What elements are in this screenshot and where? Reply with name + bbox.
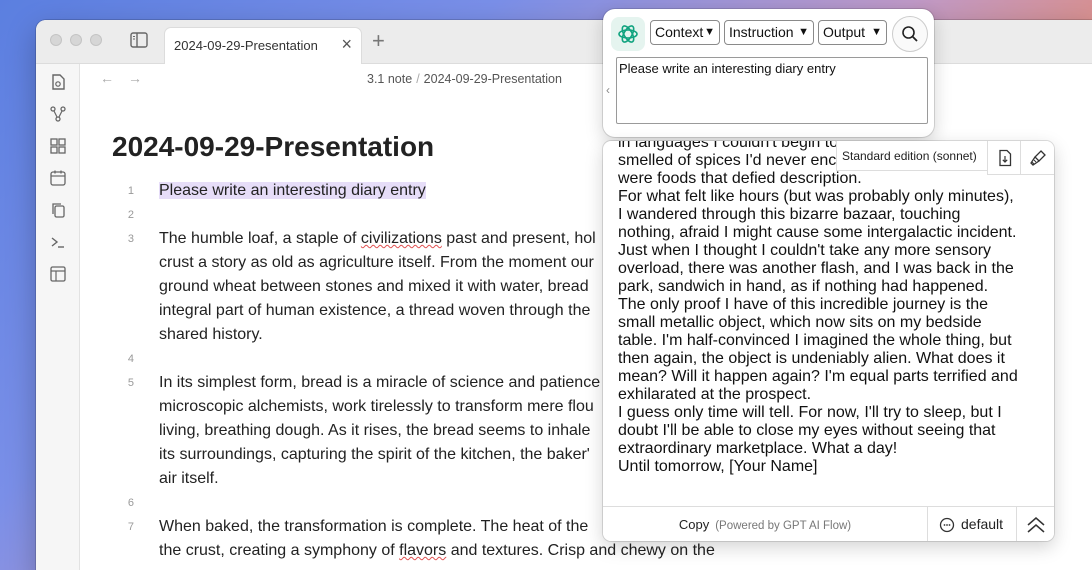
- note-title[interactable]: 2024-09-29-Presentation: [112, 131, 434, 163]
- zoom-window-button[interactable]: [90, 34, 102, 46]
- export-file-button[interactable]: [987, 141, 1021, 175]
- breadcrumb-note[interactable]: 2024-09-29-Presentation: [424, 72, 562, 86]
- chevron-down-icon: ▼: [798, 26, 809, 38]
- text-line: the crust, creating a symphony of flavor…: [159, 542, 715, 559]
- line-number: 3: [127, 233, 134, 245]
- misspelled-word: civilizations: [360, 230, 442, 247]
- tab-note[interactable]: 2024-09-29-Presentation ×: [164, 27, 362, 64]
- line-number: 4: [127, 353, 134, 365]
- context-select-value: Context: [655, 24, 704, 40]
- search-icon: [902, 26, 918, 42]
- collapse-arrow-icon[interactable]: ‹: [606, 83, 610, 97]
- new-tab-button[interactable]: +: [372, 28, 385, 54]
- gpt-prompt-popup: Context ▼ Instruction ▼ Output ▼ ‹ Please w…: [603, 9, 934, 137]
- line-number: 5: [127, 377, 134, 389]
- scroll-top-button[interactable]: [1018, 507, 1054, 541]
- instruction-select[interactable]: Instruction ▼: [724, 20, 814, 45]
- brush-icon: [1030, 150, 1046, 166]
- tab-close-icon[interactable]: ×: [341, 34, 352, 55]
- context-select[interactable]: Context ▼: [650, 20, 720, 45]
- sidebar-toggle-icon[interactable]: [130, 32, 148, 48]
- breadcrumb-folder[interactable]: 3.1 note: [367, 72, 412, 86]
- canvas-icon[interactable]: [49, 137, 67, 155]
- chevron-down-icon: ▼: [871, 26, 882, 38]
- mode-label: default: [961, 516, 1004, 532]
- copy-label: Copy: [678, 517, 710, 532]
- double-chevron-up-icon: [1027, 517, 1045, 533]
- misspelled-word: flavors: [399, 542, 447, 559]
- tab-label: 2024-09-29-Presentation: [174, 38, 318, 53]
- copy-pages-icon[interactable]: [49, 201, 67, 219]
- line-number: 1: [127, 185, 134, 197]
- output-select-value: Output: [823, 24, 866, 40]
- model-edition-label[interactable]: Standard edition (sonnet): [836, 141, 988, 171]
- back-button[interactable]: ←: [100, 70, 114, 86]
- line-number: 6: [127, 497, 134, 509]
- line-number: 7: [127, 521, 134, 533]
- layout-icon[interactable]: [49, 265, 67, 283]
- chevron-down-icon: ▼: [704, 26, 715, 38]
- copy-button[interactable]: Copy (Powered by GPT AI Flow): [603, 507, 928, 541]
- forward-button[interactable]: →: [128, 70, 142, 86]
- search-button[interactable]: [892, 16, 928, 52]
- prompt-input[interactable]: Please write an interesting diary entry: [616, 57, 928, 124]
- open-file-icon[interactable]: [49, 73, 67, 91]
- file-export-icon: [999, 149, 1012, 167]
- minimize-window-button[interactable]: [70, 34, 82, 46]
- left-ribbon: [36, 64, 80, 570]
- calendar-icon[interactable]: [49, 169, 67, 187]
- clear-brush-button[interactable]: [1020, 141, 1054, 175]
- breadcrumb: 3.1 note / 2024-09-29-Presentation: [367, 72, 562, 86]
- breadcrumb-separator: /: [416, 72, 420, 86]
- chat-bubble-icon: [939, 517, 955, 533]
- selected-text[interactable]: Please write an interesting diary entry: [159, 182, 426, 199]
- close-window-button[interactable]: [50, 34, 62, 46]
- gpt-output-panel: in languages I couldn't begin to smelled…: [603, 141, 1054, 541]
- graph-view-icon[interactable]: [49, 105, 67, 123]
- terminal-icon[interactable]: [49, 233, 67, 251]
- instruction-select-value: Instruction: [729, 24, 794, 40]
- nav-bar: ← → 3.1 note / 2024-09-29-Presentation: [80, 64, 1092, 94]
- output-select[interactable]: Output ▼: [818, 20, 887, 45]
- line-number: 2: [127, 209, 134, 221]
- gpt-output-text[interactable]: in languages I couldn't begin to smelled…: [618, 141, 1018, 476]
- output-footer: Copy (Powered by GPT AI Flow) default: [603, 506, 1054, 541]
- chatgpt-logo-icon: [611, 17, 645, 51]
- powered-by-label: (Powered by GPT AI Flow): [715, 520, 852, 532]
- mode-button[interactable]: default: [929, 507, 1017, 541]
